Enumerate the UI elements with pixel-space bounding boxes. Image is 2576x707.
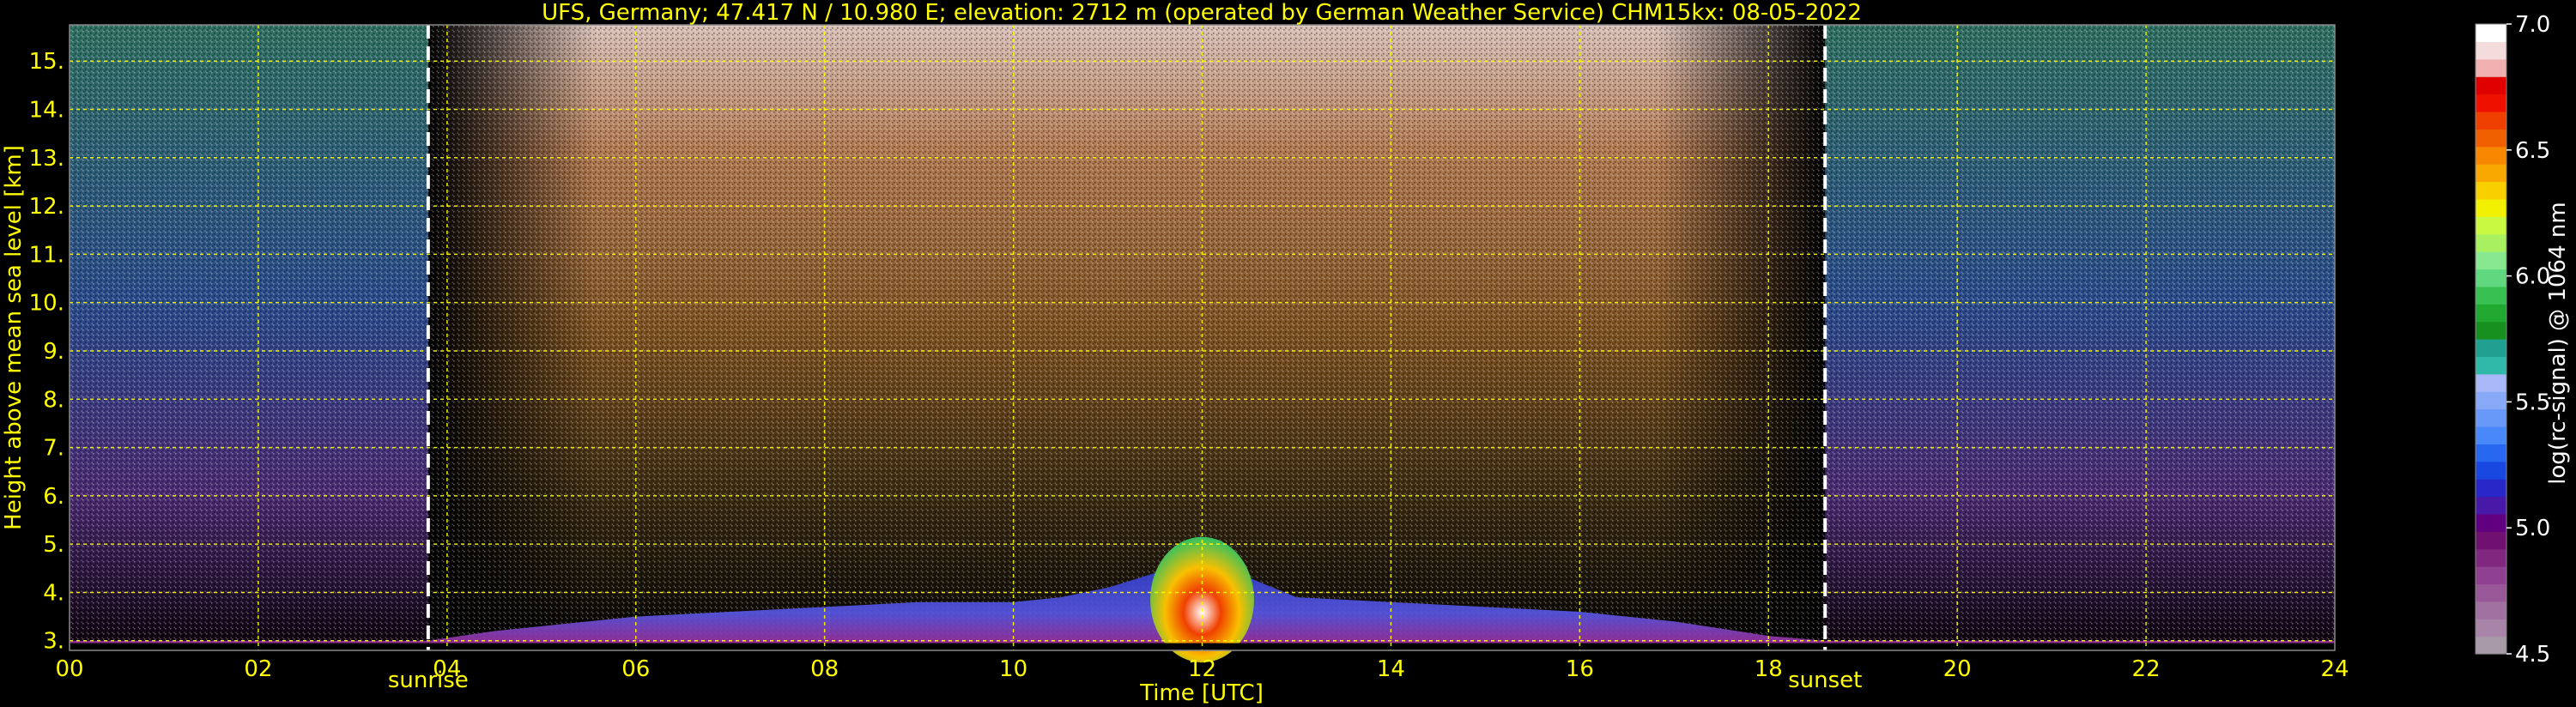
colorbar-segment [2476, 58, 2506, 77]
y-tick-label: 11. [29, 242, 64, 268]
y-tick-label: 13. [29, 146, 64, 172]
colorbar-tick-label: 7.0 [2515, 12, 2550, 38]
x-tick-label: 02 [244, 656, 272, 682]
y-tick-label: 4. [43, 580, 64, 606]
colorbar-label: log(rc-signal) @ 1064 nm [2545, 202, 2571, 484]
x-tick-label: 22 [2132, 656, 2161, 682]
x-tick-label: 00 [55, 656, 83, 682]
colorbar-segment [2476, 513, 2506, 532]
colorbar-segment [2476, 286, 2506, 305]
colorbar-segment [2476, 619, 2506, 638]
colorbar-segment [2476, 339, 2506, 357]
colorbar-segment [2476, 146, 2506, 165]
colorbar-segment [2476, 304, 2506, 323]
y-tick-label: 8. [43, 387, 64, 413]
colorbar-segment [2476, 356, 2506, 375]
colorbar-segment [2476, 583, 2506, 602]
colorbar-segment [2476, 373, 2506, 392]
y-axis-label: Height above mean sea level [km] [1, 145, 27, 530]
x-tick-label: 06 [621, 656, 650, 682]
sunset-label: sunset [1788, 668, 1862, 693]
x-tick-label: 10 [999, 656, 1027, 682]
colorbar-segment [2476, 216, 2506, 235]
colorbar-segment [2476, 111, 2506, 130]
colorbar-segment [2476, 566, 2506, 585]
colorbar-segment [2476, 129, 2506, 148]
chart-title: UFS, Germany; 47.417 N / 10.980 E; eleva… [542, 0, 1862, 26]
x-tick-label: 24 [2320, 656, 2349, 682]
x-axis-label: Time [UTC] [1139, 680, 1264, 706]
y-tick-label: 14. [29, 98, 64, 124]
colorbar-segment [2476, 531, 2506, 550]
colorbar-tick-label: 5.0 [2515, 516, 2550, 541]
colorbar-segment [2476, 164, 2506, 183]
colorbar-segment [2476, 426, 2506, 444]
colorbar-segment [2476, 233, 2506, 252]
y-tick-label: 6. [43, 484, 64, 510]
y-tick-label: 9. [43, 339, 64, 365]
colorbar-segment [2476, 444, 2506, 462]
colorbar-segment [2476, 496, 2506, 515]
colorbar-segment [2476, 24, 2506, 42]
x-tick-label: 20 [1943, 656, 1972, 682]
colorbar-tick-label: 6.5 [2515, 138, 2550, 164]
colorbar-segment [2476, 41, 2506, 60]
y-tick-label: 15. [29, 49, 64, 75]
colorbar-segment [2476, 636, 2506, 655]
x-tick-label: 12 [1188, 656, 1216, 682]
colorbar-segment [2476, 321, 2506, 340]
colorbar-tick-label: 4.5 [2515, 642, 2550, 668]
y-tick-label: 10. [29, 291, 64, 317]
colorbar-segment [2476, 198, 2506, 217]
plot-area [69, 24, 2336, 663]
y-tick-label: 3. [43, 629, 64, 655]
x-tick-label: 08 [810, 656, 839, 682]
colorbar-segment [2476, 601, 2506, 619]
colorbar-segment [2476, 181, 2506, 200]
colorbar-segment [2476, 461, 2506, 480]
colorbar-segment [2476, 269, 2506, 287]
x-tick-label: 14 [1377, 656, 1405, 682]
colorbar-tick-labels: 4.55.05.56.06.57.0 [2506, 12, 2550, 668]
y-tick-label: 5. [43, 532, 64, 558]
y-tick-label: 12. [29, 194, 64, 220]
colorbar-segment [2476, 94, 2506, 112]
colorbar-segment [2476, 251, 2506, 270]
y-tick-labels: 3. 4. 5. 6. 7. 8. 9. 10. 11. 12. 13. 14. 15. [29, 49, 64, 655]
sunrise-label: sunrise [388, 668, 469, 693]
colorbar-segment [2476, 408, 2506, 427]
colorbar [2475, 23, 2507, 655]
y-tick-label: 7. [43, 436, 64, 462]
colorbar-segment [2476, 479, 2506, 498]
colorbar-segment [2476, 548, 2506, 567]
ceilometer-chart: UFS, Germany; 47.417 N / 10.980 E; eleva… [1, 0, 2571, 706]
x-tick-label: 16 [1566, 656, 1594, 682]
colorbar-segment [2476, 391, 2506, 410]
annotations: sunrise sunset [388, 668, 1862, 693]
x-tick-label: 18 [1755, 656, 1783, 682]
colorbar-segment [2476, 76, 2506, 95]
